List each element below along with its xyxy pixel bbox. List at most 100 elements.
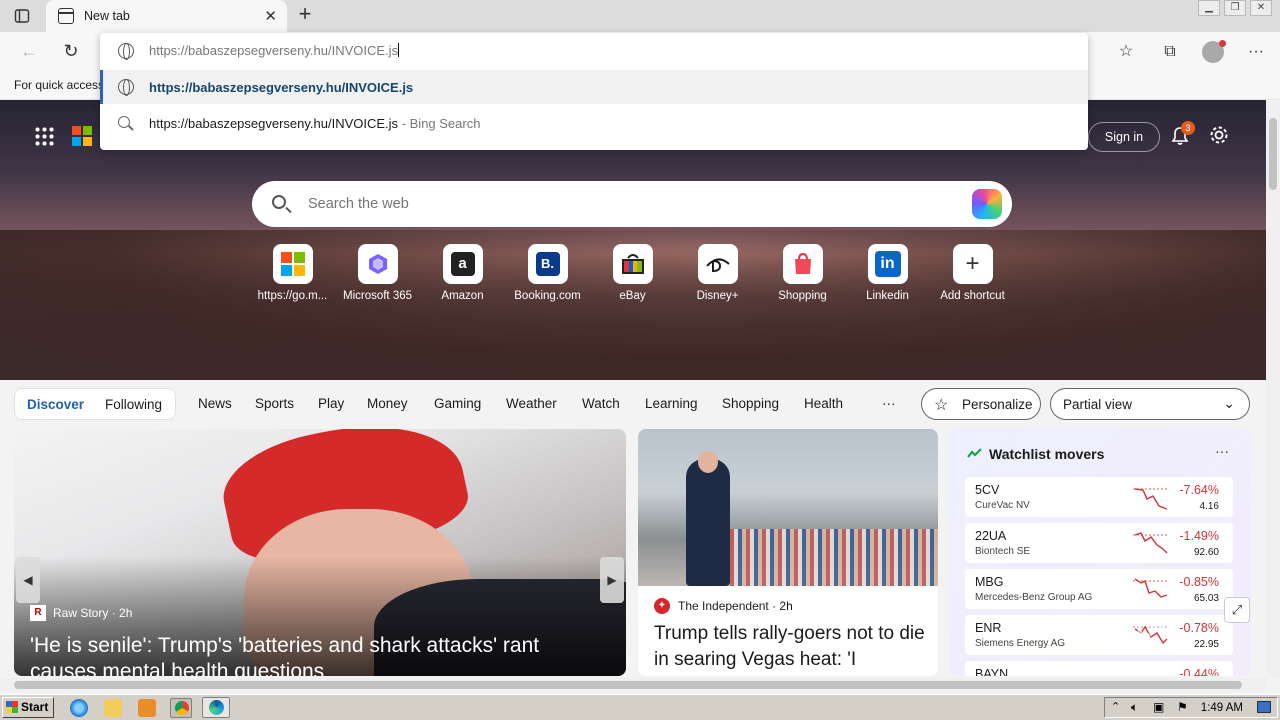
- copilot-icon[interactable]: [972, 189, 1002, 219]
- refresh-icon[interactable]: ↻: [58, 40, 84, 64]
- show-desktop-icon[interactable]: [1257, 701, 1271, 713]
- search-icon: [272, 195, 286, 209]
- windows-flag-icon: [6, 701, 18, 713]
- favorites-star-icon[interactable]: ☆: [1114, 40, 1138, 64]
- card-source: The Independent · 2h: [678, 599, 793, 613]
- shortcut-linkedin[interactable]: in Linkedin: [845, 244, 930, 302]
- horizontal-scrollbar[interactable]: [0, 678, 1266, 692]
- close-window-button[interactable]: ✕: [1250, 0, 1272, 16]
- shortcut-label: Amazon: [441, 290, 484, 302]
- nav-gaming[interactable]: Gaming: [434, 396, 481, 411]
- address-bar-input[interactable]: https://babaszepsegverseny.hu/INVOICE.js: [100, 33, 1088, 69]
- globe-icon: [118, 79, 134, 96]
- suggestion-search-text: https://babaszepsegverseny.hu/INVOICE.js…: [149, 116, 481, 131]
- scrollbar-thumb[interactable]: [14, 681, 1242, 689]
- card-image: [638, 429, 938, 586]
- web-search-box[interactable]: [252, 181, 1012, 227]
- tab-following[interactable]: Following: [105, 397, 162, 412]
- scrollbar-thumb[interactable]: [1269, 118, 1277, 190]
- star-edit-icon: ☆: [934, 397, 949, 414]
- internet-explorer-icon[interactable]: [70, 699, 88, 717]
- shortcut-disney-plus[interactable]: Disney+: [675, 244, 760, 302]
- volume-icon[interactable]: 🔈︎: [1131, 700, 1138, 715]
- close-tab-icon[interactable]: ✕: [264, 7, 277, 25]
- plus-icon: +: [952, 244, 993, 284]
- tray-expand-icon[interactable]: ⌃: [1111, 700, 1120, 713]
- nav-shopping[interactable]: Shopping: [722, 396, 779, 411]
- nav-news[interactable]: News: [198, 396, 232, 411]
- folder-icon[interactable]: [104, 699, 122, 717]
- news-card[interactable]: ✦ The Independent · 2h Trump tells rally…: [638, 429, 938, 676]
- edge-taskbar-button[interactable]: [202, 697, 230, 718]
- feed-mode-toggle: Discover Following: [14, 388, 176, 420]
- chrome-icon: [175, 701, 189, 715]
- card-source: Raw Story · 2h: [53, 606, 133, 620]
- shortcut-shopping[interactable]: Shopping: [760, 244, 845, 302]
- view-mode-select[interactable]: Partial view ⌄: [1050, 388, 1250, 420]
- nav-weather[interactable]: Weather: [506, 396, 557, 411]
- more-options-icon[interactable]: ···: [1244, 40, 1268, 64]
- nav-learning[interactable]: Learning: [645, 396, 698, 411]
- suggestion-url[interactable]: https://babaszepsegverseny.hu/INVOICE.js: [100, 70, 1088, 104]
- sign-in-button[interactable]: Sign in: [1088, 122, 1160, 152]
- network-icon[interactable]: ▣: [1153, 700, 1164, 714]
- vertical-scrollbar[interactable]: [1266, 100, 1280, 678]
- collections-icon[interactable]: ⧉: [1158, 40, 1182, 64]
- stock-row[interactable]: MBG Mercedes-Benz Group AG -0.85% 65.03: [965, 569, 1233, 609]
- disney-plus-icon: [697, 244, 738, 284]
- address-bar-url[interactable]: https://babaszepsegverseny.hu/INVOICE.js: [149, 43, 400, 58]
- toolbar-right-actions: ☆ ⧉ ···: [1114, 40, 1268, 64]
- shortcut-go-microsoft[interactable]: https://go.m...: [250, 244, 335, 302]
- shortcut-booking[interactable]: B. Booking.com: [505, 244, 590, 302]
- settings-gear-icon[interactable]: [1208, 124, 1232, 148]
- stock-row[interactable]: BAYN -0.44%: [965, 661, 1233, 676]
- shortcut-label: Disney+: [696, 290, 739, 302]
- carousel-next-button[interactable]: ▶: [600, 557, 624, 603]
- chrome-taskbar-button[interactable]: [170, 698, 192, 718]
- add-shortcut-button[interactable]: + Add shortcut: [930, 244, 1015, 302]
- stock-row[interactable]: 22UA Biontech SE -1.49% 92.60: [965, 523, 1233, 563]
- shortcut-amazon[interactable]: a Amazon: [420, 244, 505, 302]
- back-arrow-icon[interactable]: ←: [16, 40, 42, 64]
- stock-row[interactable]: 5CV CureVac NV -7.64% 4.16: [965, 477, 1233, 517]
- more-categories-icon[interactable]: ···: [882, 396, 896, 411]
- carousel-prev-button[interactable]: ◀: [16, 557, 40, 603]
- shortcut-label: Add shortcut: [940, 290, 1005, 302]
- shortcut-ebay[interactable]: eBay: [590, 244, 675, 302]
- watermark-logo: ANY.RUN: [1042, 612, 1181, 643]
- nav-play[interactable]: Play: [318, 396, 344, 411]
- shortcut-label: Shopping: [778, 290, 827, 302]
- tab-discover[interactable]: Discover: [27, 397, 84, 412]
- system-tray: ⌃ 🔈︎ ▣ ⚑ 1:49 AM: [1104, 697, 1278, 718]
- card-headline[interactable]: Trump tells rally-goers not to die in se…: [654, 621, 926, 673]
- search-icon: [118, 116, 130, 128]
- sparkline-icon: [1133, 532, 1169, 554]
- nav-watch[interactable]: Watch: [582, 396, 620, 411]
- action-center-flag-icon[interactable]: ⚑: [1177, 700, 1188, 714]
- nav-sports[interactable]: Sports: [255, 396, 294, 411]
- media-player-icon[interactable]: [138, 699, 156, 717]
- tab-actions-icon[interactable]: [10, 6, 34, 26]
- clock[interactable]: 1:49 AM: [1201, 702, 1243, 714]
- tab-new-tab[interactable]: New tab ✕: [46, 0, 287, 32]
- nav-health[interactable]: Health: [804, 396, 843, 411]
- personalize-button[interactable]: ☆ Personalize: [921, 388, 1041, 420]
- restore-button[interactable]: ❐: [1224, 0, 1246, 16]
- ebay-icon: [612, 244, 653, 284]
- expand-icon[interactable]: ⤢: [1224, 597, 1250, 623]
- more-options-icon[interactable]: ···: [1215, 443, 1229, 459]
- shortcut-microsoft-365[interactable]: Microsoft 365: [335, 244, 420, 302]
- feed-navigation: Discover Following News Sports Play Mone…: [0, 380, 1266, 428]
- booking-icon: B.: [527, 244, 568, 284]
- new-tab-button[interactable]: +: [294, 3, 316, 26]
- minimize-button[interactable]: ▁: [1198, 0, 1220, 16]
- start-button[interactable]: Start: [2, 697, 54, 718]
- profile-avatar[interactable]: [1202, 40, 1226, 63]
- app-launcher-icon[interactable]: [34, 126, 54, 146]
- card-headline[interactable]: 'He is senile': Trump's 'batteries and s…: [30, 633, 610, 676]
- web-search-input[interactable]: [308, 193, 908, 215]
- suggestion-bing-search[interactable]: https://babaszepsegverseny.hu/INVOICE.js…: [100, 106, 1088, 140]
- news-card-featured[interactable]: ◀ ▶ R Raw Story · 2h 'He is senile': Tru…: [14, 429, 626, 676]
- chevron-down-icon: ⌄: [1223, 395, 1235, 411]
- nav-money[interactable]: Money: [367, 396, 408, 411]
